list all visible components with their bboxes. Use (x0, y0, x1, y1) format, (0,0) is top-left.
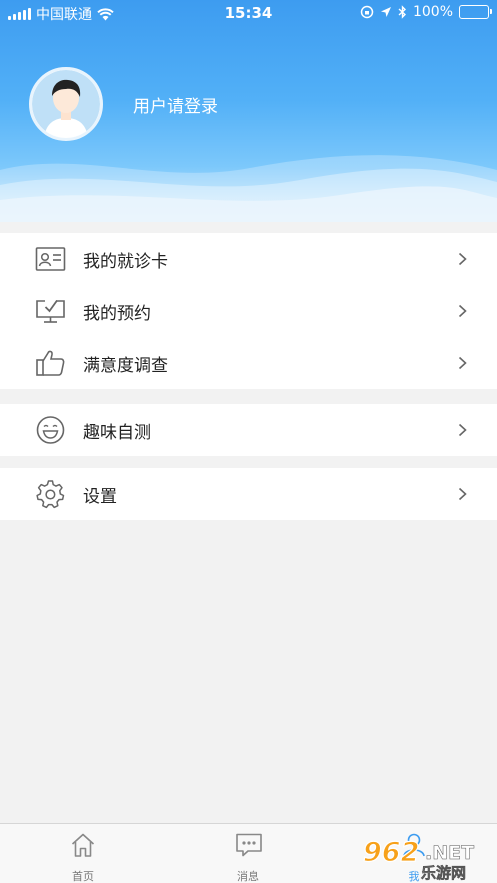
rotation-lock-icon (360, 5, 374, 19)
menu-item-medical-card[interactable]: 我的就诊卡 (0, 233, 497, 285)
wave-decoration (0, 155, 497, 222)
watermark-cn: 乐游网 (421, 864, 466, 881)
home-icon (71, 833, 95, 857)
menu-label: 设置 (83, 486, 117, 507)
message-icon (236, 833, 262, 857)
battery-icon (459, 5, 492, 19)
menu-item-appointments[interactable]: 我的预约 (0, 285, 497, 337)
avatar-icon (32, 70, 100, 138)
id-card-icon (35, 247, 66, 271)
tab-label: 消息 (237, 870, 259, 883)
menu-item-settings[interactable]: 设置 (0, 468, 497, 520)
location-icon (380, 7, 391, 17)
battery-percent: 100% (412, 4, 453, 20)
menu-item-survey[interactable]: 满意度调查 (0, 337, 497, 389)
chevron-right-icon (458, 423, 467, 437)
menu-group-fun: 趣味自测 (0, 404, 497, 456)
avatar[interactable] (29, 67, 103, 141)
watermark-suffix: .NET (425, 842, 474, 864)
menu-label: 满意度调查 (83, 355, 168, 376)
status-bar: 中国联通 15:34 100% (0, 0, 497, 26)
menu-group-records: 我的就诊卡 我的预约 满意度调查 (0, 233, 497, 389)
chevron-right-icon (458, 356, 467, 370)
chevron-right-icon (458, 252, 467, 266)
menu-label: 我的预约 (83, 303, 151, 324)
tab-label: 首页 (72, 870, 94, 883)
profile-header: 中国联通 15:34 100% 用户请登录 (0, 0, 497, 222)
chevron-right-icon (458, 487, 467, 501)
login-prompt[interactable]: 用户请登录 (133, 92, 218, 117)
menu-label: 我的就诊卡 (83, 251, 168, 272)
bluetooth-icon (398, 5, 406, 19)
monitor-check-icon (36, 299, 65, 323)
tab-messages[interactable]: 消息 (188, 824, 308, 883)
menu-item-self-test[interactable]: 趣味自测 (0, 404, 497, 456)
menu-label: 趣味自测 (83, 422, 151, 443)
chevron-right-icon (458, 304, 467, 318)
watermark-number: 962 (363, 837, 419, 868)
gear-icon (36, 480, 65, 509)
menu-group-settings: 设置 (0, 468, 497, 520)
smile-face-icon (36, 416, 65, 444)
tab-home[interactable]: 首页 (23, 824, 143, 883)
watermark-logo: 962 .NET 乐游网 (359, 835, 491, 882)
thumbs-up-icon (36, 350, 65, 376)
